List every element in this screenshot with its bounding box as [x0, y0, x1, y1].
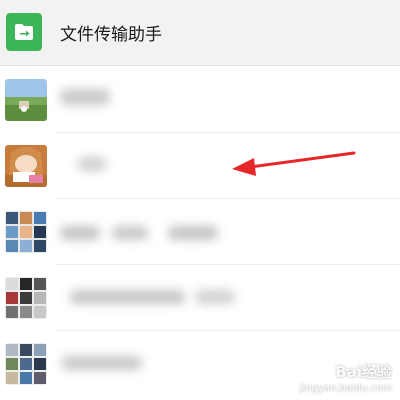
watermark-main: Bai经验: [335, 363, 392, 381]
baidu-jingyan-watermark: Bai经验 jingyan.baidu.com: [300, 361, 392, 394]
watermark-url: jingyan.baidu.com: [299, 383, 392, 394]
red-arrow-icon: [232, 151, 356, 176]
